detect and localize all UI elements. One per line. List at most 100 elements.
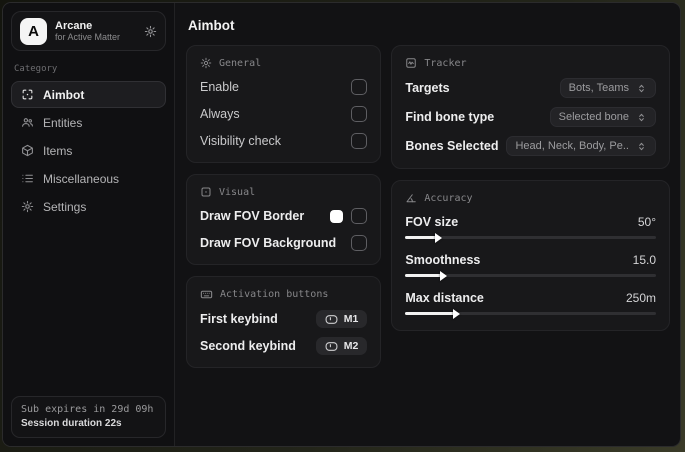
find-bone-type-value: Selected bone: [558, 111, 629, 123]
sub-expiry-text: Sub expires in 29d 09h: [21, 404, 154, 415]
mouse-icon: [325, 314, 338, 324]
users-icon: [21, 116, 34, 129]
subscription-box: Sub expires in 29d 09h Session duration …: [11, 396, 166, 438]
accuracy-section-header: Accuracy: [405, 192, 656, 204]
visual-section: Visual Draw FOV Border Draw FOV Backgrou…: [186, 174, 382, 265]
bones-selected-select[interactable]: Head, Neck, Body, Pe..: [506, 136, 656, 156]
angle-icon: [406, 194, 417, 203]
draw-fov-border-controls: [330, 208, 368, 224]
app-header: A Arcane for Active Matter: [11, 11, 166, 51]
app-logo: A: [20, 17, 47, 45]
max-distance-slider[interactable]: [405, 308, 656, 319]
visibility-check-row: Visibility check: [200, 132, 368, 150]
left-column: General Enable Always Visibility check V…: [186, 45, 382, 368]
chevrons-up-down-icon: [639, 113, 644, 121]
draw-fov-background-row: Draw FOV Background: [200, 234, 368, 252]
sidebar-item-label: Settings: [43, 199, 87, 214]
slider-thumb[interactable]: [435, 232, 443, 243]
fov-border-color-swatch[interactable]: [330, 209, 344, 223]
draw-fov-border-row: Draw FOV Border: [200, 207, 368, 225]
keybind-value: M2: [343, 340, 359, 352]
max-distance-row: Max distance 250m: [405, 291, 656, 319]
bones-selected-row: Bones Selected Head, Neck, Body, Pe..: [405, 136, 656, 156]
slider-thumb[interactable]: [440, 270, 448, 281]
sidebar: A Arcane for Active Matter Category Aimb: [3, 3, 175, 446]
visibility-check-checkbox[interactable]: [351, 133, 368, 149]
draw-fov-border-checkbox[interactable]: [351, 208, 368, 224]
visual-section-header: Visual: [200, 186, 367, 198]
keybind-value: M1: [343, 313, 359, 325]
always-label: Always: [200, 107, 240, 121]
gear-icon: [21, 200, 34, 213]
radar-pulse-icon: [406, 58, 417, 68]
max-distance-value: 250m: [625, 291, 656, 305]
targets-select[interactable]: Bots, Teams: [559, 78, 656, 98]
draw-fov-background-label: Draw FOV Background: [200, 236, 337, 250]
sidebar-item-settings[interactable]: Settings: [11, 193, 166, 220]
session-duration-text: Session duration 22s: [21, 418, 122, 429]
targets-row: Targets Bots, Teams: [405, 78, 656, 98]
accuracy-section: Accuracy FOV size 50° Smoothness 15.0 Ma…: [391, 180, 670, 331]
list-icon: [21, 172, 34, 185]
app-subtitle: for Active Matter: [55, 32, 121, 43]
slider-fill: [405, 274, 446, 277]
gear-icon: [200, 57, 212, 69]
sidebar-item-items[interactable]: Items: [11, 137, 166, 164]
fov-size-value: 50°: [637, 215, 656, 229]
box-icon: [21, 144, 34, 157]
crosshair-scan-icon: [21, 88, 34, 101]
enable-row: Enable: [200, 78, 368, 96]
slider-thumb[interactable]: [453, 308, 460, 319]
first-keybind-button[interactable]: M1: [315, 310, 368, 328]
smoothness-label: Smoothness: [405, 253, 481, 267]
app-name: Arcane: [55, 19, 93, 32]
smoothness-slider[interactable]: [405, 270, 656, 281]
section-label: Accuracy: [424, 192, 473, 204]
sidebar-item-aimbot[interactable]: Aimbot: [11, 81, 166, 108]
targets-label: Targets: [405, 81, 450, 95]
chevrons-up-down-icon: [639, 84, 644, 92]
section-label: General: [219, 57, 262, 69]
slider-track: [405, 236, 656, 239]
smoothness-row: Smoothness 15.0: [405, 253, 656, 281]
app-titles: Arcane for Active Matter: [55, 20, 136, 43]
section-label: Visual: [219, 186, 256, 198]
tracker-section: Tracker Targets Bots, Teams Find bone ty…: [391, 45, 670, 169]
keyboard-icon: [200, 290, 213, 299]
main-content: Aimbot General Enable Always Visibility …: [175, 3, 680, 446]
second-keybind-button[interactable]: M2: [315, 337, 368, 355]
section-label: Tracker: [424, 57, 467, 69]
activation-section-header: Activation buttons: [200, 288, 367, 301]
slider-fill: [405, 312, 458, 315]
sidebar-item-label: Aimbot: [43, 87, 85, 102]
enable-checkbox[interactable]: [351, 79, 368, 95]
sidebar-item-label: Miscellaneous: [43, 171, 120, 186]
find-bone-type-select[interactable]: Selected bone: [549, 107, 656, 127]
general-section: General Enable Always Visibility check: [186, 45, 382, 163]
activation-buttons-section: Activation buttons First keybind M1 Seco…: [186, 276, 382, 368]
chevrons-up-down-icon: [639, 142, 644, 150]
sidebar-item-entities[interactable]: Entities: [11, 109, 166, 136]
draw-fov-border-label: Draw FOV Border: [200, 209, 305, 223]
first-keybind-label: First keybind: [200, 312, 278, 326]
page-title: Aimbot: [188, 18, 235, 33]
section-label: Activation buttons: [220, 289, 329, 300]
always-checkbox[interactable]: [351, 106, 368, 122]
fov-size-label: FOV size: [405, 215, 459, 229]
sidebar-item-miscellaneous[interactable]: Miscellaneous: [11, 165, 166, 192]
find-bone-type-label: Find bone type: [405, 110, 495, 124]
tracker-section-header: Tracker: [405, 57, 656, 69]
smoothness-value: 15.0: [632, 253, 656, 267]
right-column: Tracker Targets Bots, Teams Find bone ty…: [391, 45, 670, 331]
gear-icon[interactable]: [144, 25, 157, 38]
second-keybind-row: Second keybind M2: [200, 337, 368, 355]
bones-selected-label: Bones Selected: [405, 139, 499, 153]
bones-selected-value: Head, Neck, Body, Pe..: [515, 140, 629, 152]
max-distance-label: Max distance: [405, 291, 484, 305]
square-dot-icon: [201, 187, 211, 197]
targets-value: Bots, Teams: [568, 82, 629, 94]
draw-fov-background-checkbox[interactable]: [351, 235, 368, 251]
second-keybind-label: Second keybind: [200, 339, 296, 353]
app-window: A Arcane for Active Matter Category Aimb: [2, 2, 681, 447]
fov-size-slider[interactable]: [405, 232, 656, 243]
